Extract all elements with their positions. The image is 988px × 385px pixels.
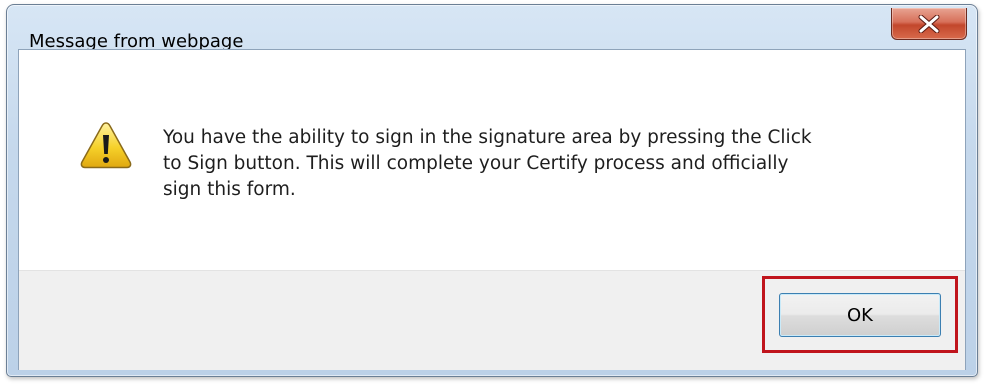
ok-button-highlight: OK <box>762 276 958 353</box>
message-text: You have the ability to sign in the sign… <box>163 127 812 200</box>
ok-button[interactable]: OK <box>779 293 941 337</box>
button-bar: OK <box>19 270 965 370</box>
close-button[interactable] <box>891 8 967 40</box>
title-bar[interactable]: Message from webpage <box>7 5 977 52</box>
screenshot-stage: Message from webpage You have the abilit… <box>0 0 988 385</box>
message-area: You have the ability to sign in the sign… <box>19 50 965 270</box>
dialog-body: You have the ability to sign in the sign… <box>18 49 966 370</box>
message-dialog: Message from webpage You have the abilit… <box>6 4 978 377</box>
warning-icon <box>79 120 133 170</box>
close-icon <box>918 14 940 33</box>
